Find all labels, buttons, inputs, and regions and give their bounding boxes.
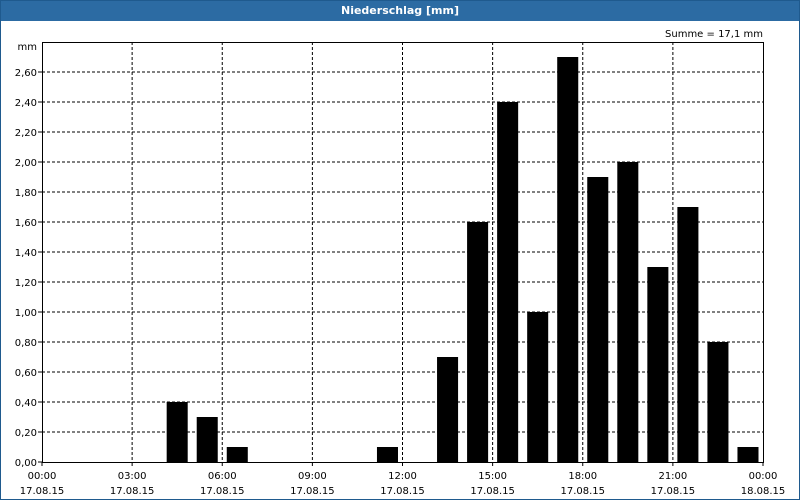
y-tick-label: 0,40 xyxy=(15,398,37,409)
bar xyxy=(707,342,729,462)
x-tick-date: 17.08.15 xyxy=(20,486,65,497)
y-tick-label: 0,00 xyxy=(15,458,37,469)
chart-title: Niederschlag [mm] xyxy=(1,1,799,21)
x-tick-date: 17.08.15 xyxy=(560,486,605,497)
x-tick-date: 17.08.15 xyxy=(651,486,696,497)
y-tick-label: 0,80 xyxy=(15,338,37,349)
y-tick-label: 2,20 xyxy=(15,128,37,139)
bar xyxy=(557,57,579,462)
x-tick-time: 03:00 xyxy=(118,471,147,482)
x-tick-time: 12:00 xyxy=(388,471,417,482)
x-tick-time: 18:00 xyxy=(568,471,597,482)
y-axis: 0,00 0,20 0,40 0,60 0,80 1,00 1,20 1,40 1,60 1,80… xyxy=(15,68,42,469)
x-tick-date: 17.08.15 xyxy=(290,486,335,497)
x-tick-time: 00:00 xyxy=(749,471,778,482)
x-tick-time: 15:00 xyxy=(478,471,507,482)
y-tick-label: 1,60 xyxy=(15,218,37,229)
y-tick-label: 1,40 xyxy=(15,248,37,259)
y-tick-label: 1,80 xyxy=(15,188,37,199)
y-tick-label: 0,20 xyxy=(15,428,37,439)
y-tick-label: 1,20 xyxy=(15,278,37,289)
bar xyxy=(437,357,459,462)
bar xyxy=(226,447,248,462)
bar xyxy=(677,207,699,462)
x-tick-date: 17.08.15 xyxy=(110,486,155,497)
x-tick-date: 17.08.15 xyxy=(380,486,425,497)
x-tick-time: 09:00 xyxy=(298,471,327,482)
x-tick-time: 06:00 xyxy=(208,471,237,482)
bar xyxy=(587,177,609,462)
y-tick-label: 2,60 xyxy=(15,68,37,79)
y-tick-label: 1,00 xyxy=(15,308,37,319)
bar xyxy=(617,162,639,462)
y-tick-label: 0,60 xyxy=(15,368,37,379)
y-axis-label: mm xyxy=(18,42,37,53)
x-tick-time: 00:00 xyxy=(28,471,57,482)
bar xyxy=(196,417,218,462)
bars xyxy=(166,57,759,462)
bar xyxy=(527,312,549,462)
bar xyxy=(166,402,188,462)
x-tick-date: 17.08.15 xyxy=(470,486,515,497)
sum-annotation: Summe = 17,1 mm xyxy=(665,29,763,40)
y-tick-label: 2,40 xyxy=(15,98,37,109)
bar xyxy=(647,267,669,462)
bar xyxy=(497,102,519,462)
x-tick-time: 21:00 xyxy=(658,471,687,482)
x-tick-date: 17.08.15 xyxy=(200,486,245,497)
precipitation-chart: 0,00 0,20 0,40 0,60 0,80 1,00 1,20 1,40 1,60 1,80… xyxy=(15,29,786,497)
x-axis: 00:00 17.08.15 03:00 17.08.15 06:00 17.08.15 0… xyxy=(20,462,786,497)
bar xyxy=(467,222,489,462)
bar xyxy=(737,447,759,462)
chart-window: Niederschlag [mm] 0,00 0,20 0,40 0,60 0,80 1,… xyxy=(0,0,800,500)
y-tick-label: 2,00 xyxy=(15,158,37,169)
x-tick-date: 18.08.15 xyxy=(741,486,786,497)
bar xyxy=(376,447,398,462)
